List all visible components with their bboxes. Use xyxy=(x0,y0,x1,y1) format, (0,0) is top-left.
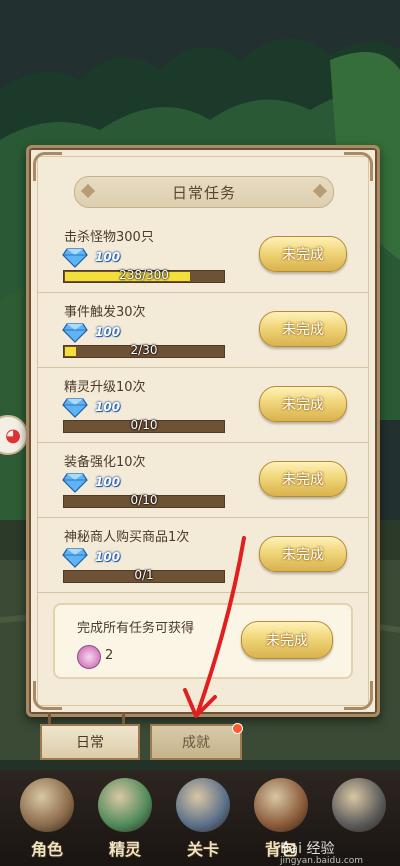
annotation-arrow xyxy=(183,536,246,718)
